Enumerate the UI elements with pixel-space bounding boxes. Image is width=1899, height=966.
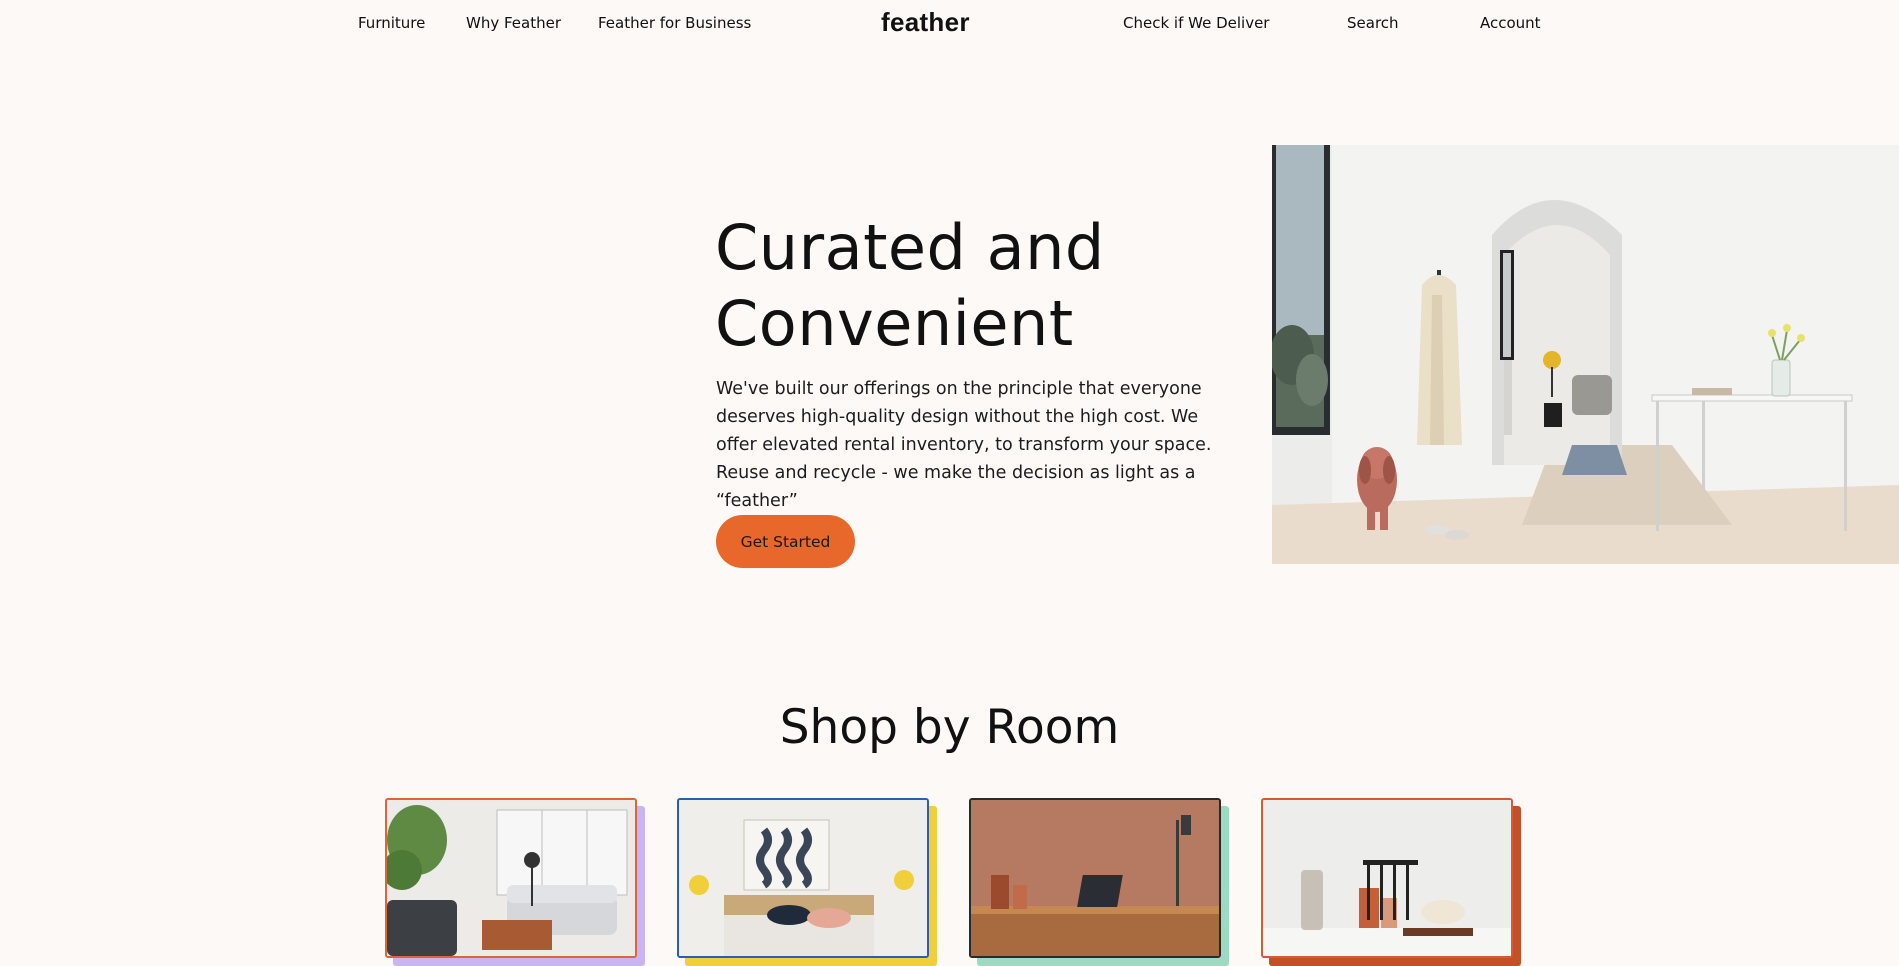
- dining-room-photo: [1261, 798, 1513, 958]
- home-office-photo: [969, 798, 1221, 958]
- get-started-button[interactable]: Get Started: [716, 515, 855, 568]
- room-card-home-office[interactable]: [969, 798, 1229, 966]
- nav-feather-for-business-link[interactable]: Feather for Business: [598, 14, 751, 32]
- hero-description: We've built our offerings on the princip…: [716, 379, 1212, 511]
- living-room-photo: [385, 798, 637, 958]
- nav-account-link[interactable]: Account: [1480, 14, 1541, 32]
- shop-by-room-heading: Shop by Room: [779, 700, 1120, 755]
- room-card-living-room[interactable]: [385, 798, 645, 966]
- nav-search-link[interactable]: Search: [1347, 14, 1399, 32]
- bedroom-photo: [677, 798, 929, 958]
- nav-why-feather-link[interactable]: Why Feather: [466, 14, 561, 32]
- hero-title-line-1: Curated and: [715, 211, 1105, 284]
- nav-check-delivery-link[interactable]: Check if We Deliver: [1123, 14, 1269, 32]
- feather-logo[interactable]: feather: [881, 7, 970, 38]
- hero-room-photo: [1272, 145, 1899, 564]
- hero-title: Curated and Convenient: [715, 210, 1235, 362]
- room-card-bedroom[interactable]: [677, 798, 937, 966]
- nav-furniture-link[interactable]: Furniture: [358, 14, 425, 32]
- hero-title-line-2: Convenient: [715, 287, 1074, 360]
- room-card-dining-room[interactable]: [1261, 798, 1521, 966]
